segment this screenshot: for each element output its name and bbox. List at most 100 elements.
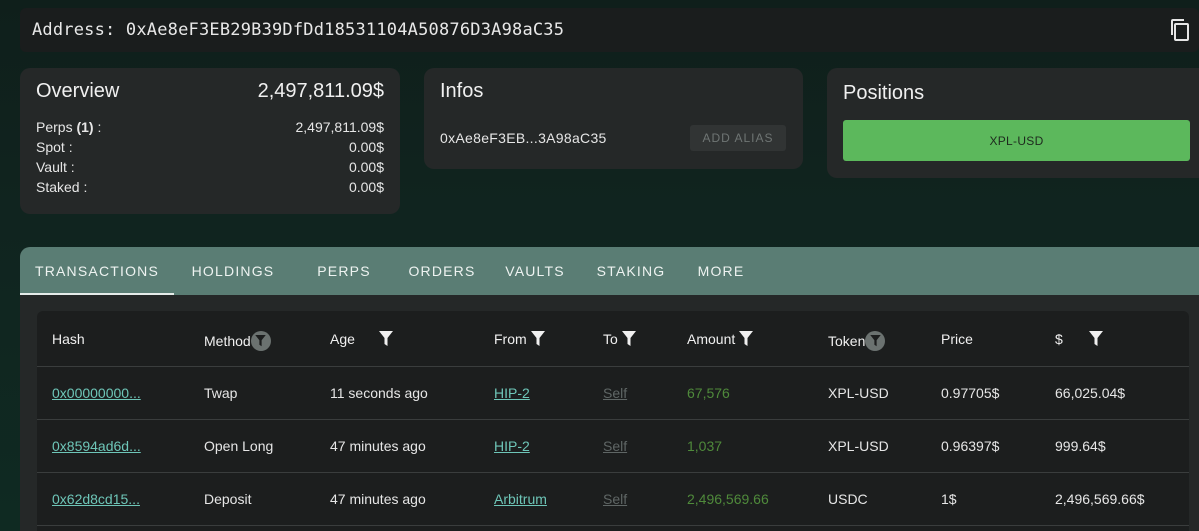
table-row: 0x8594ad6d... Open Long 47 minutes ago HIP-… xyxy=(37,420,1189,473)
copy-icon[interactable] xyxy=(1169,18,1191,42)
column-header-usd: $ xyxy=(1055,331,1103,347)
cell-method: Deposit xyxy=(204,491,252,507)
column-header-price: Price xyxy=(941,331,973,347)
tab-transactions[interactable]: TRANSACTIONS xyxy=(20,247,174,295)
overview-row-label-prefix: Vault : xyxy=(36,159,75,175)
cell-from[interactable]: HIP-2 xyxy=(494,438,530,454)
column-header-label: Amount xyxy=(687,331,736,347)
cell-token: XPL-USD xyxy=(828,438,889,454)
cell-hash[interactable]: 0x62d8cd15... xyxy=(52,491,140,507)
transactions-table: Hash Method Age From To Amount Token Price $ 0x0… xyxy=(37,311,1189,531)
tab-holdings[interactable]: HOLDINGS xyxy=(174,247,292,295)
overview-row-label: Spot : xyxy=(36,137,73,157)
cell-price: 1$ xyxy=(941,491,957,507)
cell-usd: 999.64$ xyxy=(1055,438,1106,454)
filter-icon[interactable] xyxy=(739,331,754,347)
overview-row: Spot : 0.00$ xyxy=(36,137,384,157)
cell-method: Open Long xyxy=(204,438,274,454)
overview-row-label: Vault : xyxy=(36,157,75,177)
cell-to[interactable]: Self xyxy=(603,385,627,401)
cell-to[interactable]: Self xyxy=(603,438,627,454)
overview-rows: Perps (1) :2,497,811.09$ Spot :0.00$ Vault… xyxy=(36,117,384,197)
address-bar: Address: 0xAe8eF3EB29B39DfDd18531104A508… xyxy=(20,8,1199,52)
column-header-label: Hash xyxy=(52,331,85,347)
overview-row-label-count: (1) xyxy=(76,119,94,135)
infos-card: Infos 0xAe8eF3EB...3A98aC35 ADD ALIAS xyxy=(424,68,803,169)
table-header: Hash Method Age From To Amount Token Price $ xyxy=(37,311,1189,367)
overview-row-label: Perps (1) : xyxy=(36,117,101,137)
table-row: 0x62d8cd15... Deposit 47 minutes ago Arbitr… xyxy=(37,473,1189,526)
column-header-label: Method xyxy=(204,333,251,349)
overview-row: Perps (1) : 2,497,811.09$ xyxy=(36,117,384,137)
overview-row-label-prefix: Perps xyxy=(36,119,77,135)
tab-staking[interactable]: STAKING xyxy=(582,247,680,295)
positions-card: Positions XPL-USD xyxy=(827,68,1199,178)
cell-hash[interactable]: 0x8594ad6d... xyxy=(52,438,141,454)
cell-method: Twap xyxy=(204,385,238,401)
filter-icon[interactable] xyxy=(621,331,636,347)
column-header-from: From xyxy=(494,331,545,347)
overview-row-value: 0.00$ xyxy=(348,139,384,155)
overview-row-label-prefix: Staked : xyxy=(36,179,88,195)
column-header-token: Token xyxy=(828,331,886,351)
overview-row-label: Staked : xyxy=(36,177,87,197)
cell-from[interactable]: HIP-2 xyxy=(494,385,530,401)
positions-title: Positions xyxy=(843,82,925,104)
cell-token: USDC xyxy=(828,491,868,507)
tab-bar: TRANSACTIONS HOLDINGS PERPS ORDERS VAULTS STA… xyxy=(20,247,1199,295)
overview-row-label-prefix: Spot : xyxy=(36,139,73,155)
column-header-label: Token xyxy=(828,333,866,349)
column-header-label: To xyxy=(603,331,618,347)
cell-amount: 1,037 xyxy=(687,438,723,454)
cell-to[interactable]: Self xyxy=(603,491,627,507)
cell-age: 47 minutes ago xyxy=(330,491,426,507)
address-text: Address: 0xAe8eF3EB29B39DfDd18531104A508… xyxy=(32,20,565,40)
column-header-hash: Hash xyxy=(52,331,85,347)
cell-age: 47 minutes ago xyxy=(330,438,426,454)
cell-token: XPL-USD xyxy=(828,385,889,401)
column-header-to: To xyxy=(603,331,636,347)
add-alias-button[interactable]: ADD ALIAS xyxy=(690,125,786,151)
cell-usd: 2,496,569.66$ xyxy=(1055,491,1145,507)
position-chip[interactable]: XPL-USD xyxy=(843,120,1190,161)
overview-title: Overview xyxy=(36,80,120,102)
filter-icon[interactable] xyxy=(865,331,886,351)
cell-from[interactable]: Arbitrum xyxy=(494,491,547,507)
overview-card: Overview 2,497,811.09$ Perps (1) : 2,497,… xyxy=(20,68,400,214)
table-row: 0x00000000... Twap 11 seconds ago HIP-2 Self… xyxy=(37,367,1189,420)
filter-icon[interactable] xyxy=(1088,331,1103,347)
filter-funnel-icon[interactable] xyxy=(870,335,881,347)
cell-usd: 66,025.04$ xyxy=(1055,385,1126,401)
overview-row-value: 0.00$ xyxy=(348,159,384,175)
column-header-label: From xyxy=(494,331,527,347)
filter-funnel-icon[interactable] xyxy=(255,335,266,347)
cell-amount: 2,496,569.66 xyxy=(687,491,769,507)
cell-hash[interactable]: 0x00000000... xyxy=(52,385,141,401)
column-header-label: Age xyxy=(330,331,355,347)
column-header-label: $ xyxy=(1055,331,1063,347)
overview-row-value: 0.00$ xyxy=(348,179,384,195)
cell-price: 0.96397$ xyxy=(941,438,1000,454)
cell-amount: 67,576 xyxy=(687,385,730,401)
overview-row: Staked : 0.00$ xyxy=(36,177,384,197)
overview-row: Vault : 0.00$ xyxy=(36,157,384,177)
filter-icon[interactable] xyxy=(378,331,393,347)
tab-orders[interactable]: ORDERS xyxy=(396,247,488,295)
column-header-amount: Amount xyxy=(687,331,754,347)
filter-icon[interactable] xyxy=(250,331,271,351)
tabs-panel: TRANSACTIONS HOLDINGS PERPS ORDERS VAULTS STA… xyxy=(20,247,1199,531)
tab-more[interactable]: MORE xyxy=(680,247,762,295)
cell-age: 11 seconds ago xyxy=(330,385,428,401)
infos-title: Infos xyxy=(440,80,484,102)
column-header-age: Age xyxy=(330,331,393,347)
short-address: 0xAe8eF3EB...3A98aC35 xyxy=(440,130,607,146)
overview-total: 2,497,811.09$ xyxy=(257,80,384,102)
tab-vaults[interactable]: VAULTS xyxy=(488,247,582,295)
overview-row-value: 2,497,811.09$ xyxy=(295,119,385,135)
cell-price: 0.97705$ xyxy=(941,385,1000,401)
tab-perps[interactable]: PERPS xyxy=(292,247,396,295)
column-header-method: Method xyxy=(204,331,271,351)
column-header-label: Price xyxy=(941,331,973,347)
filter-icon[interactable] xyxy=(530,331,545,347)
overview-row-label-suffix: : xyxy=(93,119,102,135)
